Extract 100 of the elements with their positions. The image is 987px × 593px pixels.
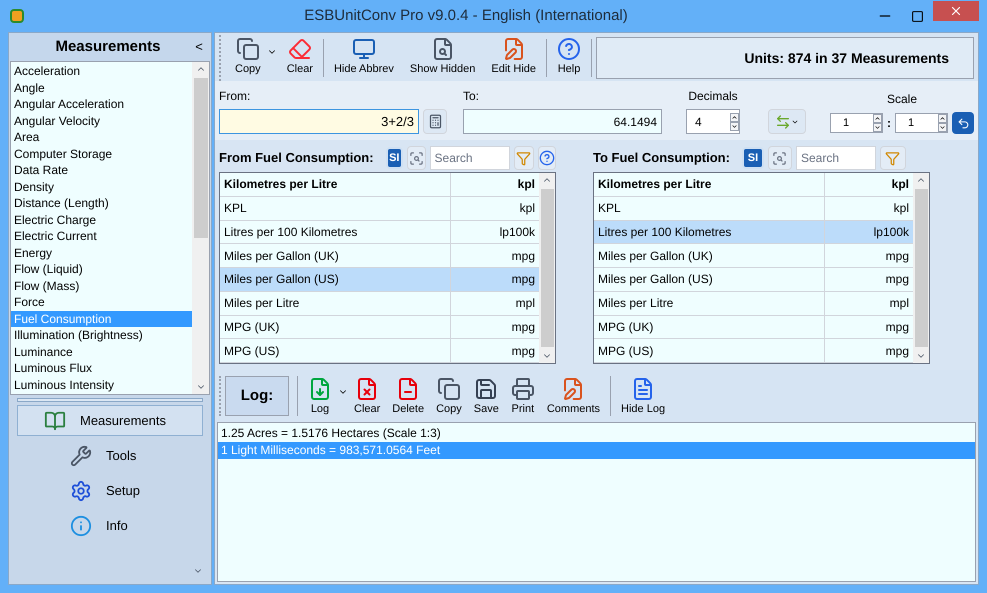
decimals-field[interactable]: 4 [686, 109, 740, 134]
column-header[interactable]: Kilometres per Litre [594, 173, 825, 196]
sidebar-item[interactable]: Energy [11, 244, 192, 261]
column-header[interactable]: Kilometres per Litre [220, 173, 451, 196]
si-button[interactable]: SI [386, 147, 404, 169]
log-entry[interactable]: 1.25 Acres = 1.5176 Hectares (Scale 1:3) [218, 425, 975, 442]
toolbar-button[interactable]: Edit Hide [485, 35, 542, 78]
table-row[interactable]: Miles per Litre mpl [220, 292, 539, 316]
spin-up-icon[interactable] [873, 114, 882, 123]
sidebar-item[interactable]: Luminance [11, 344, 192, 360]
close-button[interactable] [933, 1, 979, 21]
sidebar-item[interactable]: Flow (Mass) [11, 278, 192, 294]
sidebar-item[interactable]: Acceleration [11, 63, 192, 80]
sidebar-item[interactable]: Area [11, 129, 192, 146]
toolbar-button[interactable]: Copy [229, 35, 267, 78]
table-row[interactable]: MPG (US) mpg [220, 339, 539, 363]
column-header[interactable]: kpl [451, 173, 539, 196]
sidebar-item[interactable]: Angle [11, 80, 192, 96]
status-text: Units: 874 in 37 Measurements [744, 48, 949, 68]
select-button[interactable] [407, 146, 426, 170]
select-button[interactable] [768, 146, 792, 170]
from-field[interactable]: 3+2/3 [219, 109, 419, 134]
maximize-icon[interactable] [911, 10, 924, 22]
column-header[interactable]: kpl [825, 173, 913, 196]
to-field[interactable]: 64.1494 [463, 109, 662, 134]
log-title: Log: [225, 376, 289, 416]
search-field[interactable]: Search [430, 146, 510, 170]
table-cell: Miles per Gallon (UK) [220, 244, 451, 267]
nav-button[interactable]: Info [17, 510, 203, 541]
spin-up-icon[interactable] [730, 112, 739, 122]
scale-separator: : [887, 115, 891, 132]
sidebar-item[interactable]: Data Rate [11, 162, 192, 178]
eraser-icon [288, 37, 312, 61]
table-cell-text: mpg [884, 318, 910, 336]
sidebar-item[interactable]: Angular Velocity [11, 112, 192, 129]
toolbar-button[interactable]: Hide Abbrev [328, 35, 400, 78]
sidebar-item[interactable]: Computer Storage [11, 146, 192, 162]
table-row[interactable]: MPG (US) mpg [594, 339, 913, 363]
sidebar-item[interactable]: Electric Current [11, 228, 192, 244]
search-field[interactable]: Search [796, 146, 876, 170]
nav-button[interactable]: Tools [17, 440, 203, 471]
spin-down-icon[interactable] [938, 123, 947, 132]
filter-icon [885, 150, 900, 166]
si-button[interactable]: SI [742, 147, 764, 169]
info-icon [70, 514, 92, 536]
table-row[interactable]: Litres per 100 Kilometres lp100k [220, 220, 539, 244]
toolbar-button[interactable]: Print [504, 374, 541, 418]
spin-down-icon[interactable] [873, 123, 882, 132]
reset-button[interactable] [952, 112, 974, 134]
sidebar-item[interactable]: Luminous Intensity [11, 376, 192, 393]
table-row[interactable]: Litres per 100 Kilometres lp100k [594, 220, 913, 244]
table-row[interactable]: MPG (UK) mpg [594, 316, 913, 340]
filter-icon [516, 150, 531, 166]
spin-up-icon[interactable] [938, 114, 947, 123]
sidebar-item[interactable]: Angular Acceleration [11, 96, 192, 112]
table-row[interactable]: Miles per Litre mpl [594, 292, 913, 316]
toolbar-button[interactable]: Delete [386, 374, 430, 418]
help-button[interactable] [538, 146, 556, 170]
table-cell-text: mpg [510, 271, 536, 288]
sidebar-item[interactable]: Density [11, 178, 192, 195]
toolbar-button[interactable]: Copy [430, 374, 468, 418]
toolbar-button[interactable]: Help [551, 35, 587, 78]
table-row[interactable]: KPL kpl [220, 196, 539, 220]
toolbar-button[interactable]: Show Hidden [404, 35, 482, 78]
table-cell-text: lp100k [498, 224, 536, 241]
sidebar-item[interactable]: Luminous Flux [11, 360, 192, 376]
table-row[interactable]: Miles per Gallon (US) mpg [220, 268, 539, 292]
calculator-button[interactable] [423, 109, 447, 134]
collapse-button[interactable]: < [191, 37, 207, 57]
table-row[interactable]: MPG (UK) mpg [220, 316, 539, 340]
table-row[interactable]: Miles per Gallon (US) mpg [594, 268, 913, 292]
printer-icon [510, 376, 535, 401]
sidebar-item[interactable]: Distance (Length) [11, 195, 192, 212]
sidebar-item[interactable]: Flow (Liquid) [11, 261, 192, 278]
nav-button[interactable]: Measurements [17, 405, 203, 436]
scale-field[interactable]: 1 [830, 113, 883, 133]
help-icon [538, 150, 555, 166]
scrollbar[interactable] [192, 62, 209, 394]
sidebar-item[interactable]: Electric Charge [11, 212, 192, 228]
from-label: From: [219, 88, 252, 105]
toolbar-button[interactable]: Clear [348, 374, 386, 418]
table-cell-text: mpg [884, 248, 910, 265]
scrollbar[interactable] [913, 173, 929, 363]
toolbar-button[interactable]: Clear [280, 35, 319, 78]
nav-button[interactable]: Setup [17, 475, 203, 506]
table-cell-text: mpg [884, 342, 910, 360]
toolbar-button[interactable]: Hide Log [615, 374, 672, 418]
monitor-icon [352, 37, 376, 61]
document-download-icon [308, 376, 332, 401]
table-row[interactable]: Miles per Gallon (UK) mpg [594, 244, 913, 268]
sidebar-item[interactable]: Illumination (Brightness) [11, 327, 192, 344]
scale-field[interactable]: 1 [895, 113, 948, 133]
scrollbar[interactable] [539, 173, 555, 363]
table-cell: KPL [220, 196, 451, 220]
toolbar-button[interactable]: Save [468, 374, 505, 418]
calculator-icon [428, 114, 442, 129]
toolbar-button[interactable]: Comments [540, 374, 606, 418]
sidebar-item[interactable]: Force [11, 294, 192, 310]
close-icon [949, 4, 963, 18]
toolbar-button[interactable]: Log [302, 374, 338, 418]
